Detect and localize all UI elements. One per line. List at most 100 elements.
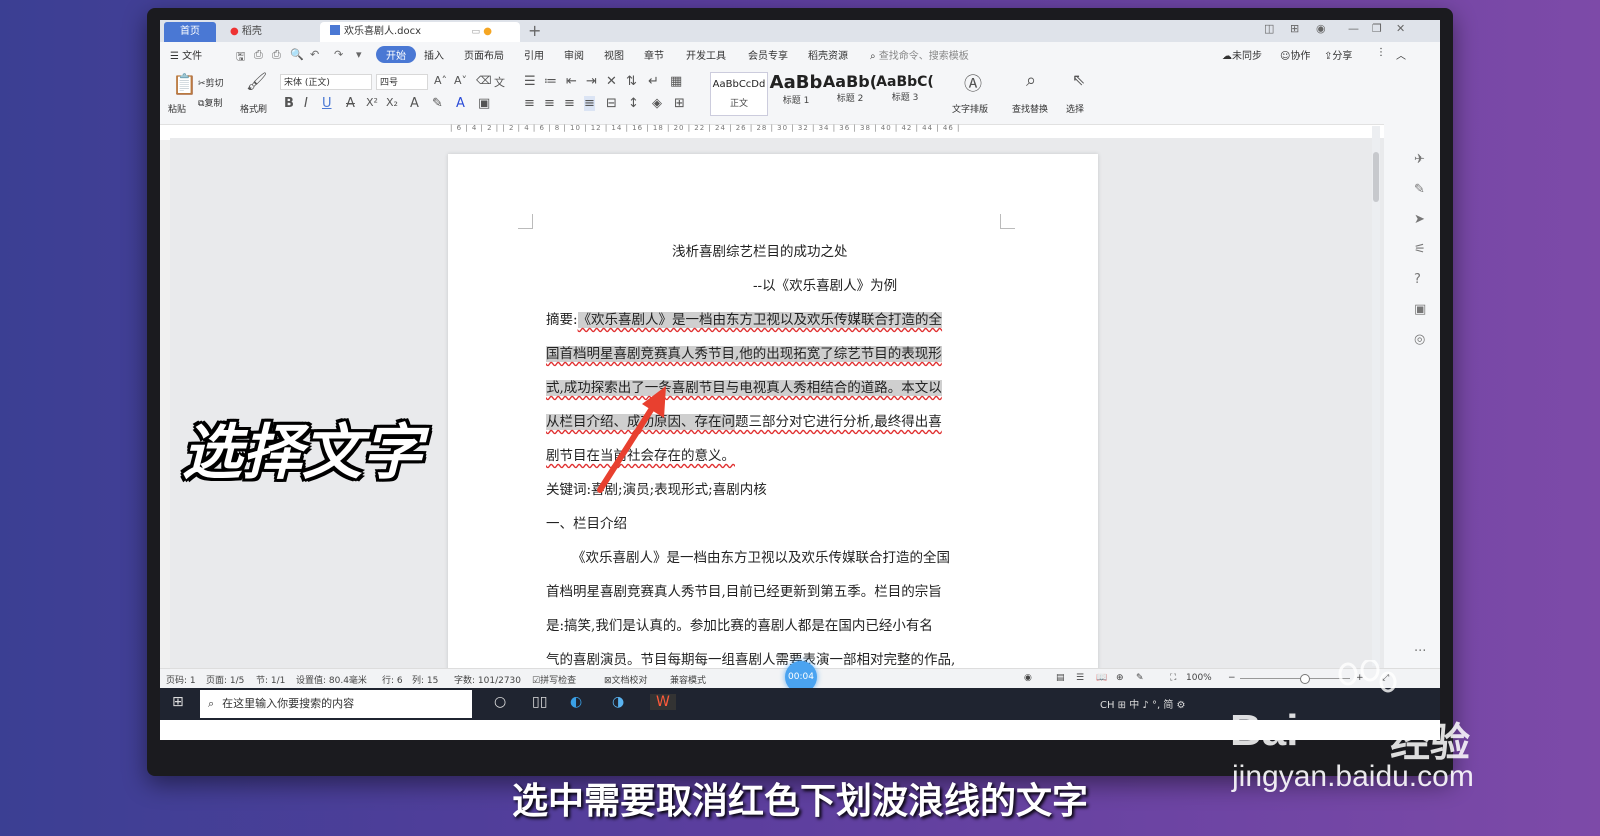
collab-button[interactable]: ☺协作 bbox=[1280, 47, 1310, 62]
doc-subtitle[interactable]: --以《欢乐喜剧人》为例 bbox=[753, 274, 897, 294]
location-icon[interactable]: ◎ bbox=[1414, 332, 1425, 347]
doc-proof-button[interactable]: ⊠文档校对 bbox=[604, 673, 648, 686]
table-grid-icon[interactable]: ▦ bbox=[670, 74, 682, 89]
zoom-slider-thumb[interactable] bbox=[1300, 674, 1310, 684]
save-icon[interactable]: 🖫 bbox=[236, 48, 245, 67]
menu-insert[interactable]: 插入 bbox=[424, 47, 444, 62]
highlight-icon[interactable]: ✎ bbox=[432, 96, 443, 111]
body-line-1[interactable]: 《欢乐喜剧人》是一档由东方卫视以及欢乐传媒联合打造的全国 bbox=[572, 546, 950, 566]
section-heading[interactable]: 一、栏目介绍 bbox=[546, 512, 627, 532]
zoom-level[interactable]: 100% bbox=[1186, 673, 1212, 683]
justify-icon[interactable]: ≡ bbox=[584, 96, 595, 111]
borders-icon[interactable]: ⊞ bbox=[674, 96, 685, 111]
redo-icon[interactable]: ↷ bbox=[334, 48, 343, 61]
menu-start[interactable]: 开始 bbox=[376, 46, 416, 63]
style-normal[interactable]: AaBbCcDd 正文 bbox=[710, 72, 768, 116]
align-left-icon[interactable]: ≡ bbox=[524, 96, 535, 111]
tab-daoke[interactable]: ● 稻壳 bbox=[220, 22, 316, 42]
more-dots-icon[interactable]: ··· bbox=[1414, 644, 1426, 659]
taskbar-search[interactable]: ⌕ 在这里输入你要搜索的内容 bbox=[200, 690, 472, 718]
style-heading3[interactable]: AaBbC( 标题 3 bbox=[876, 72, 934, 114]
increase-indent-icon[interactable]: ⇥ bbox=[586, 74, 597, 89]
menu-page-layout[interactable]: 页面布局 bbox=[464, 47, 504, 62]
line-spacing-icon[interactable]: ↕ bbox=[628, 96, 639, 111]
eye-protect-icon[interactable]: ◉ bbox=[1024, 673, 1032, 683]
paste-icon[interactable]: 📋 bbox=[172, 72, 197, 96]
help-icon[interactable]: ? bbox=[1414, 272, 1421, 287]
monitor-icon[interactable]: ▭ bbox=[471, 22, 480, 42]
format-painter-button[interactable]: 格式刷 bbox=[240, 102, 267, 115]
abstract-line-1[interactable]: 摘要:《欢乐喜剧人》是一档由东方卫视以及欢乐传媒联合打造的全 bbox=[546, 308, 943, 328]
clear-format-icon[interactable]: ⌫ bbox=[476, 74, 492, 87]
customize-icon[interactable]: ▾ bbox=[356, 48, 362, 61]
select-cursor-icon[interactable]: ⇖ bbox=[1072, 70, 1085, 89]
style-heading1[interactable]: AaBb 标题 1 bbox=[768, 72, 824, 114]
format-painter-icon[interactable]: 🖌 bbox=[246, 72, 268, 92]
menu-member[interactable]: 会员专享 bbox=[748, 47, 788, 62]
print-icon[interactable]: ⎙ bbox=[272, 48, 281, 62]
cortana-icon[interactable]: ○ bbox=[494, 694, 506, 710]
status-page-num[interactable]: 页码: 1 bbox=[166, 673, 196, 686]
body-line-2[interactable]: 首档明星喜剧竞赛真人秀节目,目前已经更新到第五季。栏目的宗旨 bbox=[546, 580, 942, 600]
find-replace-icon[interactable]: ⌕ bbox=[1026, 70, 1036, 91]
style-heading2[interactable]: AaBb( 标题 2 bbox=[822, 72, 878, 114]
status-words[interactable]: 字数: 101/2730 bbox=[454, 673, 521, 686]
show-marks-icon[interactable]: ↵ bbox=[648, 74, 659, 89]
image-tool-icon[interactable]: ▣ bbox=[1414, 302, 1426, 317]
pointer-icon[interactable]: ➤ bbox=[1414, 212, 1425, 227]
tab-home[interactable]: 首页 bbox=[164, 22, 216, 42]
share-button[interactable]: ⇪分享 bbox=[1324, 47, 1352, 62]
new-tab-button[interactable]: + bbox=[528, 21, 541, 40]
export-pdf-icon[interactable]: ⎙ bbox=[254, 48, 263, 62]
edge-icon[interactable]: ◐ bbox=[570, 694, 582, 710]
document-page[interactable]: 浅析喜剧综艺栏目的成功之处 --以《欢乐喜剧人》为例 摘要:《欢乐喜剧人》是一档… bbox=[448, 154, 1098, 714]
sort-icon[interactable]: ⇅ bbox=[626, 74, 637, 89]
menu-review[interactable]: 审阅 bbox=[564, 47, 584, 62]
bold-icon[interactable]: B bbox=[284, 96, 294, 111]
command-search[interactable]: ⌕ 查找命令、搜索模板 bbox=[870, 47, 969, 62]
tab-document[interactable]: 欢乐喜剧人.docx ▭ ● bbox=[320, 22, 520, 42]
restore-icon[interactable]: ❐ bbox=[1372, 22, 1382, 35]
body-line-3[interactable]: 是:搞笑,我们是认真的。参加比赛的喜剧人都是在国内已经小有名 bbox=[546, 614, 933, 634]
text-layout-button[interactable]: 文字排版 bbox=[952, 102, 988, 115]
shading-icon[interactable]: ◈ bbox=[652, 96, 662, 111]
status-row[interactable]: 行: 6 bbox=[382, 673, 403, 686]
paste-button[interactable]: 粘贴 bbox=[168, 102, 186, 115]
menu-daoke-resources[interactable]: 稻壳资源 bbox=[808, 47, 848, 62]
abstract-line-2[interactable]: 国首档明星喜剧竞赛真人秀节目,他的出现拓宽了综艺节目的表现形 bbox=[546, 342, 942, 362]
align-center-icon[interactable]: ≡ bbox=[544, 96, 555, 111]
sliders-icon[interactable]: ⚟ bbox=[1414, 242, 1426, 257]
text-effect-icon[interactable]: A bbox=[410, 96, 419, 111]
decrease-indent-icon[interactable]: ⇤ bbox=[566, 74, 577, 89]
font-size-select[interactable]: 四号 bbox=[376, 74, 428, 90]
font-color-icon[interactable]: A bbox=[456, 96, 465, 111]
phonetic-icon[interactable]: 文 bbox=[494, 74, 505, 90]
grid-apps-icon[interactable]: ⊞ bbox=[1290, 22, 1299, 35]
system-tray[interactable]: CH ⊞ 中 ♪ °, 简 ⚙ bbox=[1100, 696, 1185, 711]
shrink-font-icon[interactable]: A˅ bbox=[454, 74, 467, 87]
pen-icon[interactable]: ✎ bbox=[1414, 182, 1425, 197]
char-border-icon[interactable]: ▣ bbox=[478, 96, 490, 111]
web-view-icon[interactable]: ⊕ bbox=[1116, 673, 1124, 683]
menu-developer[interactable]: 开发工具 bbox=[686, 47, 726, 62]
browser-icon[interactable]: ◑ bbox=[612, 694, 624, 710]
status-pages[interactable]: 页面: 1/5 bbox=[206, 673, 244, 686]
layout-icon[interactable]: ◫ bbox=[1264, 22, 1274, 35]
copy-button[interactable]: ⧉复制 bbox=[198, 96, 222, 109]
subscript-icon[interactable]: X₂ bbox=[386, 96, 398, 109]
menu-chapter[interactable]: 章节 bbox=[644, 47, 664, 62]
more-icon[interactable]: ⋮ bbox=[1376, 47, 1386, 58]
windows-start-icon[interactable]: ⊞ bbox=[172, 694, 184, 710]
strikethrough-icon[interactable]: A bbox=[346, 96, 355, 111]
print-preview-icon[interactable]: 🔍 bbox=[290, 48, 304, 61]
numbered-list-icon[interactable]: ≔ bbox=[544, 74, 557, 89]
select-button[interactable]: 选择 bbox=[1066, 102, 1084, 115]
menu-file[interactable]: ☰ 文件 bbox=[170, 47, 202, 62]
body-line-4[interactable]: 气的喜剧演员。节目每期每一组喜剧人需要表演一部相对完整的作品, bbox=[546, 648, 955, 668]
write-view-icon[interactable]: ✎ bbox=[1136, 673, 1144, 683]
page-view-icon[interactable]: ▤ bbox=[1056, 673, 1065, 683]
chinese-layout-icon[interactable]: ✕ bbox=[606, 74, 617, 89]
status-section[interactable]: 节: 1/1 bbox=[256, 673, 285, 686]
grow-font-icon[interactable]: A˄ bbox=[434, 74, 447, 87]
outline-view-icon[interactable]: ☰ bbox=[1076, 673, 1084, 683]
